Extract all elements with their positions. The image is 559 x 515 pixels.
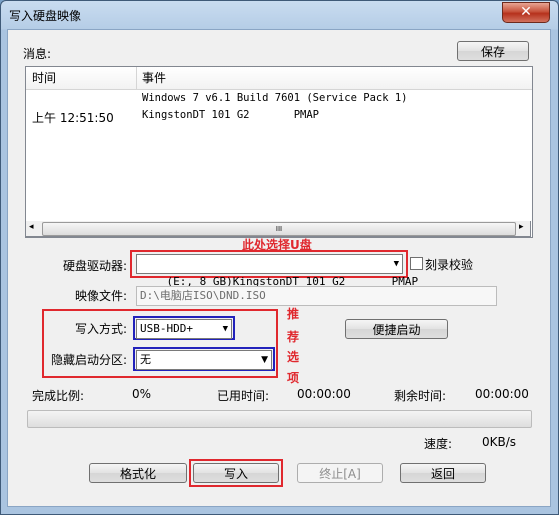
drive-label: 硬盘驱动器: (63, 259, 128, 273)
chevron-down-icon: ▼ (222, 324, 228, 334)
column-header-time[interactable]: 时间 (26, 67, 142, 90)
hidden-partition-select[interactable]: 无 ▼ (136, 350, 272, 370)
abort-button[interactable]: 终止[A] (297, 463, 383, 483)
scroll-left-icon[interactable]: ◂ (29, 222, 34, 232)
close-icon: ✕ (520, 4, 532, 20)
progress-value: 0% (132, 387, 152, 401)
hidden-partition-label: 隐藏启动分区: (51, 353, 128, 367)
list-item-event: Windows 7 v6.1 Build 7601 (Service Pack … (142, 92, 408, 104)
write-mode-value: USB-HDD+ (140, 322, 193, 335)
recommend-annotation-4: 项 (287, 371, 300, 385)
chevron-down-icon: ▼ (393, 259, 399, 269)
image-file-field[interactable]: D:\电脑店ISO\DND.ISO (136, 286, 497, 306)
window-title: 写入硬盘映像 (9, 9, 82, 23)
scroll-right-icon[interactable]: ▸ (519, 222, 524, 232)
scroll-thumb[interactable]: III (42, 222, 516, 236)
write-mode-label: 写入方式: (75, 322, 128, 336)
list-item: 上午 12:51:50 KingstonDT 101 G2 PMAP (26, 108, 532, 125)
verify-label: 刻录校验 (425, 258, 474, 272)
remaining-value: 00:00:00 (475, 387, 529, 401)
speed-value: 0KB/s (482, 435, 517, 449)
verify-checkbox[interactable] (410, 257, 423, 270)
close-button[interactable]: ✕ (502, 2, 550, 23)
drive-select[interactable]: (E:, 8 GB)KingstonDT 101 G2 PMAP ▼ (136, 254, 418, 288)
image-file-label: 映像文件: (75, 289, 128, 303)
back-button[interactable]: 返回 (400, 463, 486, 483)
progress-label: 完成比例: (32, 389, 85, 403)
list-item-event: KingstonDT 101 G2 PMAP (142, 109, 320, 121)
format-button[interactable]: 格式化 (89, 463, 187, 483)
hidden-partition-value: 无 (140, 353, 151, 366)
column-header-event[interactable]: 事件 (137, 67, 532, 90)
save-button[interactable]: 保存 (457, 41, 529, 61)
recommend-annotation-1: 推 (287, 307, 300, 321)
horizontal-scrollbar[interactable]: ◂ III ▸ (25, 221, 531, 237)
progress-bar (27, 410, 532, 428)
image-file-value: D:\电脑店ISO\DND.ISO (140, 289, 266, 302)
elapsed-value: 00:00:00 (297, 387, 351, 401)
dialog-client-area: 消息: 保存 时间 事件 Windows 7 v6.1 Build 7601 (… (7, 29, 551, 507)
messages-label: 消息: (23, 47, 52, 61)
remaining-label: 剩余时间: (394, 389, 447, 403)
message-list[interactable]: 时间 事件 Windows 7 v6.1 Build 7601 (Service… (25, 66, 533, 238)
recommend-annotation-2: 荐 (287, 330, 300, 344)
list-item-time: 上午 12:51:50 (32, 111, 114, 125)
scroll-grip-icon: III (275, 225, 283, 233)
recommend-annotation-3: 选 (287, 350, 300, 364)
elapsed-label: 已用时间: (217, 389, 270, 403)
list-item: Windows 7 v6.1 Build 7601 (Service Pack … (26, 91, 532, 107)
speed-label: 速度: (424, 437, 453, 451)
quick-boot-button[interactable]: 便捷启动 (345, 319, 448, 339)
chevron-down-icon: ▼ (261, 355, 268, 365)
write-button[interactable]: 写入 (193, 463, 279, 483)
write-mode-select[interactable]: USB-HDD+ ▼ (136, 319, 232, 339)
